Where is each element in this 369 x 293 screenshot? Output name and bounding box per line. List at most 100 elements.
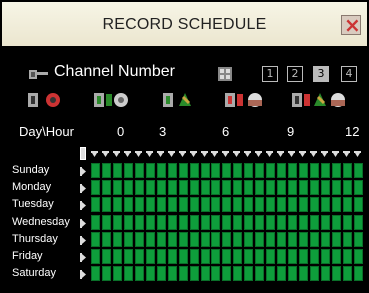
schedule-cell[interactable] [200,180,210,196]
schedule-cell[interactable] [331,214,341,230]
schedule-cell[interactable] [200,231,210,247]
schedule-cell[interactable] [266,266,276,282]
hour-column-select-0[interactable] [91,151,98,158]
schedule-cell[interactable] [266,197,276,213]
schedule-cell[interactable] [222,180,232,196]
channel-1-button[interactable]: 1 [262,66,278,82]
schedule-cell[interactable] [233,266,243,282]
schedule-cell[interactable] [233,197,243,213]
schedule-cell[interactable] [255,180,265,196]
schedule-cell[interactable] [222,214,232,230]
schedule-cell[interactable] [233,214,243,230]
schedule-cell[interactable] [156,163,166,178]
schedule-cell[interactable] [310,231,319,247]
schedule-cell[interactable] [200,197,210,213]
schedule-cell[interactable] [255,231,265,247]
schedule-cell[interactable] [167,266,177,282]
schedule-cell[interactable] [156,266,166,282]
schedule-cell[interactable] [112,266,122,282]
schedule-cell[interactable] [211,231,221,247]
schedule-cell[interactable] [211,214,221,230]
schedule-cell[interactable] [222,197,232,213]
hour-column-select-12[interactable] [222,151,230,158]
schedule-cell[interactable] [189,266,199,282]
hour-column-select-2[interactable] [112,151,120,158]
schedule-cell[interactable] [331,180,341,196]
schedule-cell[interactable] [299,231,309,247]
schedule-cell[interactable] [123,214,133,230]
schedule-cell[interactable] [101,180,111,196]
schedule-cell[interactable] [353,180,363,196]
select-all-button[interactable] [80,147,86,160]
schedule-cell[interactable] [277,266,287,282]
schedule-cell[interactable] [244,163,254,178]
schedule-cell[interactable] [353,231,363,247]
schedule-cell[interactable] [288,231,298,247]
schedule-cell[interactable] [91,180,100,196]
schedule-cell[interactable] [178,163,188,178]
hour-column-select-3[interactable] [123,151,131,158]
schedule-cell[interactable] [353,197,363,213]
schedule-cell[interactable] [255,163,265,178]
schedule-cell[interactable] [266,180,276,196]
schedule-cell[interactable] [156,180,166,196]
schedule-cell[interactable] [167,249,177,264]
hour-column-select-7[interactable] [167,151,175,158]
channel-2-button[interactable]: 2 [287,66,303,82]
hour-column-select-22[interactable] [331,151,339,158]
schedule-cell[interactable] [211,266,221,282]
schedule-cell[interactable] [288,197,298,213]
hour-column-select-9[interactable] [189,151,197,158]
schedule-cell[interactable] [200,249,210,264]
schedule-cell[interactable] [200,266,210,282]
schedule-cell[interactable] [91,214,100,230]
schedule-cell[interactable] [299,180,309,196]
schedule-cell[interactable] [189,197,199,213]
schedule-cell[interactable] [145,249,155,264]
schedule-cell[interactable] [255,266,265,282]
schedule-cell[interactable] [320,249,330,264]
schedule-cell[interactable] [353,163,363,178]
continuous-record-icon[interactable] [28,91,68,109]
schedule-cell[interactable] [167,180,177,196]
schedule-cell[interactable] [189,231,199,247]
schedule-cell[interactable] [310,214,319,230]
schedule-cell[interactable] [145,231,155,247]
schedule-cell[interactable] [134,180,144,196]
schedule-cell[interactable] [288,214,298,230]
schedule-cell[interactable] [266,231,276,247]
schedule-cell[interactable] [244,231,254,247]
schedule-cell[interactable] [178,197,188,213]
schedule-cell[interactable] [342,163,352,178]
hour-column-select-17[interactable] [277,151,285,158]
schedule-cell[interactable] [222,163,232,178]
schedule-cell[interactable] [277,249,287,264]
schedule-cell[interactable] [244,266,254,282]
day-row-select[interactable] [80,184,86,194]
schedule-cell[interactable] [310,163,319,178]
schedule-cell[interactable] [101,163,111,178]
schedule-cell[interactable] [145,163,155,178]
schedule-cell[interactable] [91,197,100,213]
schedule-cell[interactable] [233,163,243,178]
schedule-cell[interactable] [112,197,122,213]
schedule-cell[interactable] [156,231,166,247]
schedule-cell[interactable] [255,214,265,230]
schedule-cell[interactable] [134,266,144,282]
schedule-cell[interactable] [222,266,232,282]
hour-column-select-20[interactable] [310,151,317,158]
schedule-cell[interactable] [277,180,287,196]
schedule-cell[interactable] [299,163,309,178]
schedule-cell[interactable] [342,266,352,282]
hour-column-select-13[interactable] [233,151,241,158]
schedule-cell[interactable] [233,180,243,196]
schedule-cell[interactable] [145,180,155,196]
schedule-cell[interactable] [310,266,319,282]
day-row-select[interactable] [80,167,86,176]
schedule-cell[interactable] [277,214,287,230]
schedule-cell[interactable] [167,197,177,213]
schedule-cell[interactable] [299,197,309,213]
schedule-cell[interactable] [277,197,287,213]
schedule-cell[interactable] [123,266,133,282]
schedule-cell[interactable] [101,266,111,282]
